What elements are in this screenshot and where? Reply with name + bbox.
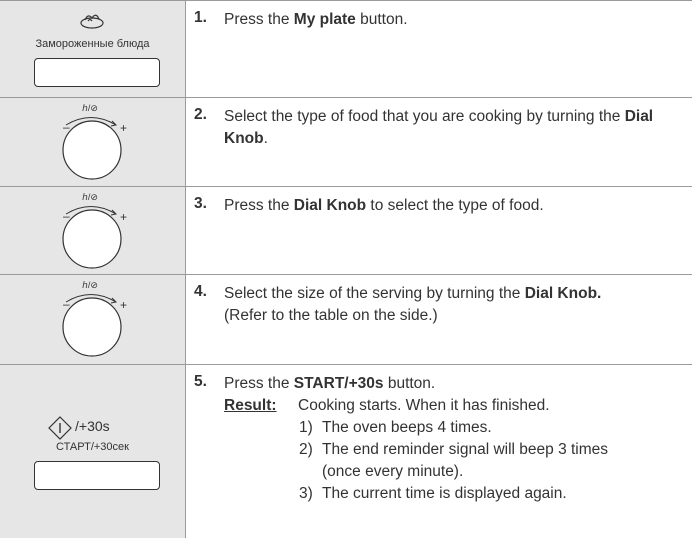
result-label: Result:	[224, 397, 277, 414]
step-row: /+30s СТАРТ/+30сек 5. Press the START/+3…	[0, 364, 692, 538]
step-text: 5. Press the START/+30s button. Result: C…	[186, 365, 692, 538]
knob-symbol: ℎ/⊘	[82, 280, 98, 290]
step-row: ℎ/⊘ – + 2. Select the type of food that …	[0, 97, 692, 186]
step-instruction: Select the size of the serving by turnin…	[224, 285, 602, 324]
panel-illustration: /+30s СТАРТ/+30сек	[0, 365, 186, 538]
panel-illustration: ℎ/⊘ – +	[0, 187, 186, 274]
step-text: 1. Press the My plate button.	[186, 1, 692, 97]
step-number: 1.	[194, 9, 207, 26]
step-instruction: Press the My plate button.	[224, 11, 408, 28]
plus-sign: +	[120, 210, 127, 224]
panel-illustration: ℎ/⊘ – +	[0, 275, 186, 364]
knob-symbol: ℎ/⊘	[82, 103, 98, 113]
panel-button	[34, 461, 160, 490]
step-text: 2. Select the type of food that you are …	[186, 98, 692, 186]
start-label: /+30s	[75, 418, 110, 434]
start-label-ru: СТАРТ/+30сек	[56, 441, 129, 453]
step-row: Замороженные блюда 1. Press the My plate…	[0, 0, 692, 97]
frozen-food-icon	[80, 14, 104, 29]
step-number: 4.	[194, 283, 207, 300]
list-item: (once every minute).	[322, 463, 464, 480]
panel-illustration: Замороженные блюда	[0, 1, 186, 97]
plus-sign: +	[120, 298, 127, 312]
list-item: 1) The oven beeps 4 times.	[299, 419, 492, 436]
dial-knob-icon: ℎ/⊘ – +	[62, 280, 127, 357]
step-instruction: Press the START/+30s button.	[224, 375, 436, 392]
panel-label: Замороженные блюда	[35, 38, 150, 50]
step-instruction: Press the Dial Knob to select the type o…	[224, 197, 544, 214]
step-instruction: Select the type of food that you are coo…	[224, 108, 654, 147]
step-number: 2.	[194, 106, 207, 123]
knob-symbol: ℎ/⊘	[82, 192, 98, 202]
step-number: 3.	[194, 195, 207, 212]
list-item: 2) The end reminder signal will beep 3 ti…	[299, 441, 609, 458]
step-text: 3. Press the Dial Knob to select the typ…	[186, 187, 692, 274]
panel-illustration: ℎ/⊘ – +	[0, 98, 186, 186]
dial-knob-icon: ℎ/⊘ – +	[62, 103, 127, 180]
result-line: Result: Cooking starts. When it has finis…	[224, 395, 550, 417]
start-icon	[48, 416, 72, 440]
step-text: 4. Select the size of the serving by tur…	[186, 275, 692, 364]
list-item: 3) The current time is displayed again.	[299, 485, 567, 502]
result-text: Cooking starts. When it has finished.	[298, 397, 550, 414]
step-row: ℎ/⊘ – + 3. Press the Dial Knob to select…	[0, 186, 692, 274]
step-row: ℎ/⊘ – + 4. Select the size of the servin…	[0, 274, 692, 364]
step-number: 5.	[194, 373, 207, 390]
plus-sign: +	[120, 121, 127, 135]
dial-knob-icon: ℎ/⊘ – +	[62, 192, 127, 269]
panel-button	[34, 58, 160, 87]
